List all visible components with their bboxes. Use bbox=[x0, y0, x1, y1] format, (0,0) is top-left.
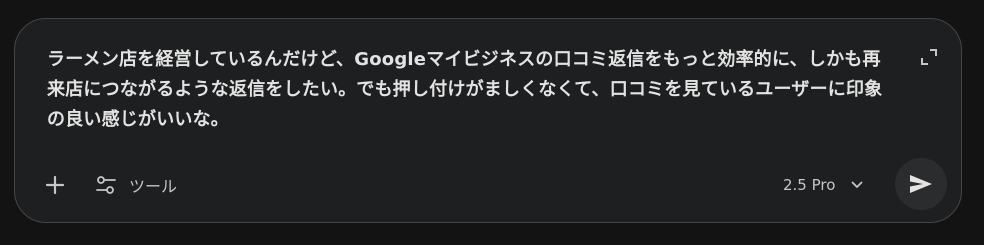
send-icon bbox=[910, 175, 932, 193]
expand-button[interactable] bbox=[919, 47, 939, 67]
model-selector[interactable]: 2.5 Pro bbox=[783, 169, 863, 201]
plus-icon bbox=[45, 175, 65, 195]
prompt-composer[interactable]: ラーメン店を経営しているんだけど、Googleマイビジネスの口コミ返信をもっと効… bbox=[14, 18, 962, 223]
send-button[interactable] bbox=[895, 158, 947, 210]
tools-sliders-icon bbox=[96, 176, 116, 194]
model-label: 2.5 Pro bbox=[783, 176, 836, 194]
tools-label: ツール bbox=[129, 177, 178, 196]
prompt-input[interactable]: ラーメン店を経営しているんだけど、Googleマイビジネスの口コミ返信をもっと効… bbox=[47, 45, 885, 135]
add-button[interactable] bbox=[37, 167, 73, 203]
tools-button[interactable]: ツール bbox=[95, 169, 177, 201]
expand-icon bbox=[921, 49, 937, 65]
chevron-down-icon bbox=[852, 181, 863, 188]
